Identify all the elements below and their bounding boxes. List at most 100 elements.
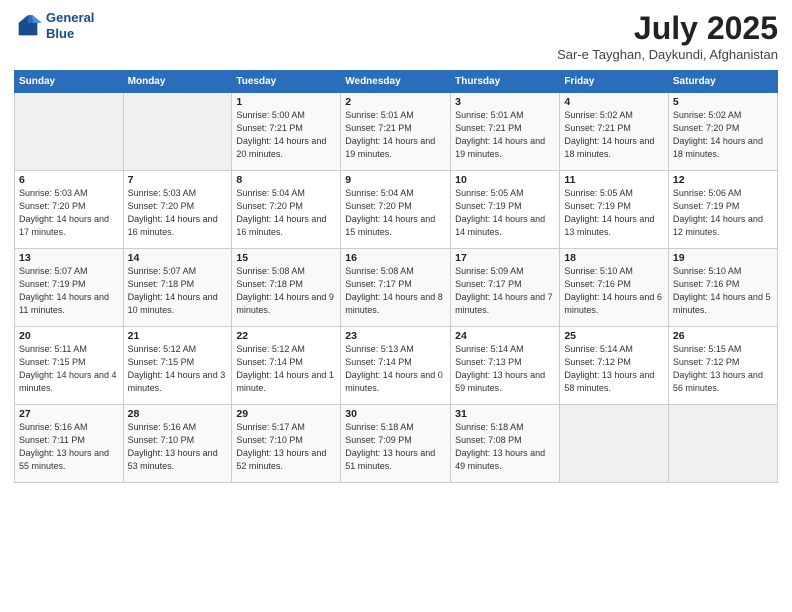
day-number: 30 [345,408,446,420]
day-number: 22 [236,330,336,342]
subtitle: Sar-e Tayghan, Daykundi, Afghanistan [557,47,778,62]
day-info: Sunrise: 5:17 AM Sunset: 7:10 PM Dayligh… [236,421,336,473]
calendar-cell: 6Sunrise: 5:03 AM Sunset: 7:20 PM Daylig… [15,171,124,249]
day-info: Sunrise: 5:08 AM Sunset: 7:17 PM Dayligh… [345,265,446,317]
day-info: Sunrise: 5:00 AM Sunset: 7:21 PM Dayligh… [236,109,336,161]
calendar-cell: 23Sunrise: 5:13 AM Sunset: 7:14 PM Dayli… [341,327,451,405]
day-info: Sunrise: 5:16 AM Sunset: 7:11 PM Dayligh… [19,421,119,473]
day-info: Sunrise: 5:01 AM Sunset: 7:21 PM Dayligh… [455,109,555,161]
calendar-cell: 8Sunrise: 5:04 AM Sunset: 7:20 PM Daylig… [232,171,341,249]
day-number: 29 [236,408,336,420]
calendar-week-row: 27Sunrise: 5:16 AM Sunset: 7:11 PM Dayli… [15,405,778,483]
day-number: 21 [128,330,228,342]
calendar-cell: 20Sunrise: 5:11 AM Sunset: 7:15 PM Dayli… [15,327,124,405]
day-number: 6 [19,174,119,186]
calendar-cell: 11Sunrise: 5:05 AM Sunset: 7:19 PM Dayli… [560,171,669,249]
day-number: 10 [455,174,555,186]
day-info: Sunrise: 5:18 AM Sunset: 7:08 PM Dayligh… [455,421,555,473]
calendar-cell: 27Sunrise: 5:16 AM Sunset: 7:11 PM Dayli… [15,405,124,483]
calendar-cell: 18Sunrise: 5:10 AM Sunset: 7:16 PM Dayli… [560,249,669,327]
calendar-cell [668,405,777,483]
day-number: 14 [128,252,228,264]
day-number: 5 [673,96,773,108]
day-info: Sunrise: 5:07 AM Sunset: 7:18 PM Dayligh… [128,265,228,317]
day-info: Sunrise: 5:02 AM Sunset: 7:20 PM Dayligh… [673,109,773,161]
calendar-cell: 25Sunrise: 5:14 AM Sunset: 7:12 PM Dayli… [560,327,669,405]
day-number: 15 [236,252,336,264]
day-number: 25 [564,330,664,342]
day-info: Sunrise: 5:08 AM Sunset: 7:18 PM Dayligh… [236,265,336,317]
calendar-cell: 4Sunrise: 5:02 AM Sunset: 7:21 PM Daylig… [560,93,669,171]
calendar-cell: 24Sunrise: 5:14 AM Sunset: 7:13 PM Dayli… [451,327,560,405]
day-info: Sunrise: 5:10 AM Sunset: 7:16 PM Dayligh… [673,265,773,317]
calendar-week-row: 1Sunrise: 5:00 AM Sunset: 7:21 PM Daylig… [15,93,778,171]
day-info: Sunrise: 5:05 AM Sunset: 7:19 PM Dayligh… [455,187,555,239]
day-info: Sunrise: 5:15 AM Sunset: 7:12 PM Dayligh… [673,343,773,395]
calendar-cell: 10Sunrise: 5:05 AM Sunset: 7:19 PM Dayli… [451,171,560,249]
calendar-cell [15,93,124,171]
calendar-cell: 21Sunrise: 5:12 AM Sunset: 7:15 PM Dayli… [123,327,232,405]
calendar-cell [560,405,669,483]
day-info: Sunrise: 5:09 AM Sunset: 7:17 PM Dayligh… [455,265,555,317]
day-number: 27 [19,408,119,420]
day-info: Sunrise: 5:13 AM Sunset: 7:14 PM Dayligh… [345,343,446,395]
calendar-cell: 2Sunrise: 5:01 AM Sunset: 7:21 PM Daylig… [341,93,451,171]
day-number: 24 [455,330,555,342]
day-number: 26 [673,330,773,342]
calendar-day-header: Monday [123,71,232,93]
calendar-day-header: Wednesday [341,71,451,93]
calendar-cell [123,93,232,171]
calendar-cell: 16Sunrise: 5:08 AM Sunset: 7:17 PM Dayli… [341,249,451,327]
day-number: 8 [236,174,336,186]
calendar-cell: 28Sunrise: 5:16 AM Sunset: 7:10 PM Dayli… [123,405,232,483]
day-number: 13 [19,252,119,264]
logo-text: General Blue [46,10,94,41]
day-info: Sunrise: 5:14 AM Sunset: 7:13 PM Dayligh… [455,343,555,395]
day-info: Sunrise: 5:01 AM Sunset: 7:21 PM Dayligh… [345,109,446,161]
day-number: 28 [128,408,228,420]
day-number: 3 [455,96,555,108]
day-info: Sunrise: 5:11 AM Sunset: 7:15 PM Dayligh… [19,343,119,395]
calendar-cell: 26Sunrise: 5:15 AM Sunset: 7:12 PM Dayli… [668,327,777,405]
day-info: Sunrise: 5:07 AM Sunset: 7:19 PM Dayligh… [19,265,119,317]
calendar-table: SundayMondayTuesdayWednesdayThursdayFrid… [14,70,778,483]
day-info: Sunrise: 5:03 AM Sunset: 7:20 PM Dayligh… [128,187,228,239]
calendar-day-header: Saturday [668,71,777,93]
calendar-day-header: Sunday [15,71,124,93]
title-block: July 2025 Sar-e Tayghan, Daykundi, Afgha… [557,10,778,62]
day-number: 23 [345,330,446,342]
day-info: Sunrise: 5:16 AM Sunset: 7:10 PM Dayligh… [128,421,228,473]
calendar-header-row: SundayMondayTuesdayWednesdayThursdayFrid… [15,71,778,93]
calendar-cell: 19Sunrise: 5:10 AM Sunset: 7:16 PM Dayli… [668,249,777,327]
day-info: Sunrise: 5:14 AM Sunset: 7:12 PM Dayligh… [564,343,664,395]
day-number: 1 [236,96,336,108]
calendar-cell: 14Sunrise: 5:07 AM Sunset: 7:18 PM Dayli… [123,249,232,327]
day-number: 19 [673,252,773,264]
calendar-cell: 29Sunrise: 5:17 AM Sunset: 7:10 PM Dayli… [232,405,341,483]
day-info: Sunrise: 5:10 AM Sunset: 7:16 PM Dayligh… [564,265,664,317]
logo: General Blue [14,10,94,41]
calendar-day-header: Friday [560,71,669,93]
calendar-week-row: 13Sunrise: 5:07 AM Sunset: 7:19 PM Dayli… [15,249,778,327]
calendar-cell: 12Sunrise: 5:06 AM Sunset: 7:19 PM Dayli… [668,171,777,249]
day-info: Sunrise: 5:05 AM Sunset: 7:19 PM Dayligh… [564,187,664,239]
calendar-cell: 1Sunrise: 5:00 AM Sunset: 7:21 PM Daylig… [232,93,341,171]
calendar-cell: 3Sunrise: 5:01 AM Sunset: 7:21 PM Daylig… [451,93,560,171]
day-info: Sunrise: 5:02 AM Sunset: 7:21 PM Dayligh… [564,109,664,161]
calendar-cell: 31Sunrise: 5:18 AM Sunset: 7:08 PM Dayli… [451,405,560,483]
calendar-week-row: 20Sunrise: 5:11 AM Sunset: 7:15 PM Dayli… [15,327,778,405]
day-info: Sunrise: 5:18 AM Sunset: 7:09 PM Dayligh… [345,421,446,473]
calendar-cell: 30Sunrise: 5:18 AM Sunset: 7:09 PM Dayli… [341,405,451,483]
page: General Blue July 2025 Sar-e Tayghan, Da… [0,0,792,612]
calendar-cell: 5Sunrise: 5:02 AM Sunset: 7:20 PM Daylig… [668,93,777,171]
calendar-day-header: Tuesday [232,71,341,93]
day-info: Sunrise: 5:12 AM Sunset: 7:15 PM Dayligh… [128,343,228,395]
day-number: 20 [19,330,119,342]
day-number: 9 [345,174,446,186]
calendar-cell: 15Sunrise: 5:08 AM Sunset: 7:18 PM Dayli… [232,249,341,327]
day-info: Sunrise: 5:03 AM Sunset: 7:20 PM Dayligh… [19,187,119,239]
day-number: 31 [455,408,555,420]
day-number: 4 [564,96,664,108]
day-info: Sunrise: 5:04 AM Sunset: 7:20 PM Dayligh… [236,187,336,239]
day-number: 11 [564,174,664,186]
